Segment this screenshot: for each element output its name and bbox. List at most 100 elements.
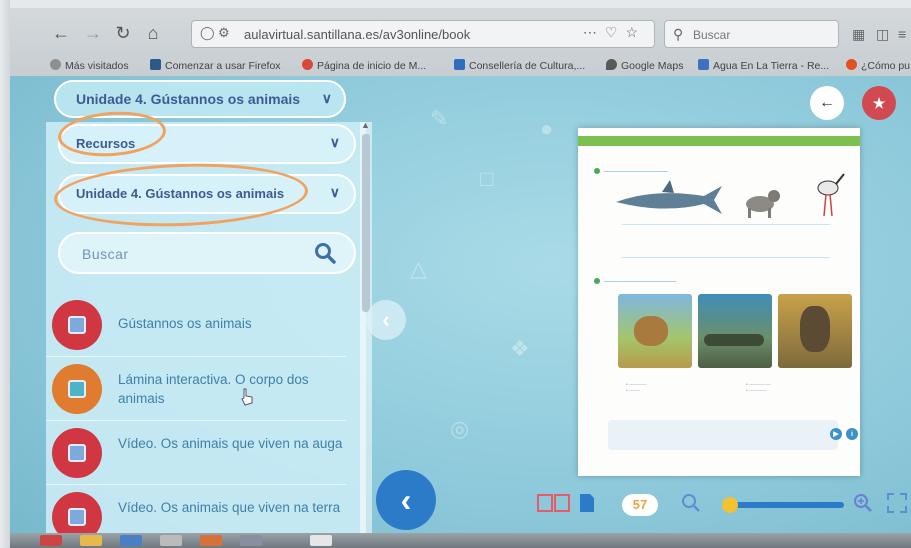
list-item-label: Gústannos os animais xyxy=(118,316,252,331)
question-line: ─────────────── xyxy=(594,168,668,175)
taskbar-app-icon[interactable] xyxy=(310,535,332,546)
os-taskbar xyxy=(10,533,911,548)
page-actions-icon[interactable]: ⋯♡☆ xyxy=(583,24,646,41)
bookmark-culture[interactable]: Consellería de Cultura,... xyxy=(454,59,585,72)
video-icon xyxy=(68,508,86,526)
decoration-icon: ❖ xyxy=(510,336,530,361)
search-icon[interactable] xyxy=(314,242,336,264)
back-button[interactable]: ← xyxy=(810,86,844,120)
browser-search-field[interactable]: ⚲ Buscar xyxy=(664,20,839,48)
chevron-down-icon: ∨ xyxy=(321,90,332,106)
monitor-bezel-top xyxy=(0,0,911,8)
single-page-icon[interactable] xyxy=(576,492,598,514)
zoom-in-icon[interactable] xyxy=(852,492,874,514)
bookmark-most-visited[interactable]: Más visitados xyxy=(50,59,129,72)
taskbar-app-icon[interactable] xyxy=(120,535,142,546)
page-number-badge[interactable]: 57 xyxy=(622,494,658,516)
resource-icon xyxy=(52,300,102,350)
map-pin-icon xyxy=(606,59,617,70)
list-item[interactable]: Gústannos os animais xyxy=(46,292,346,357)
chevron-down-icon: ∨ xyxy=(329,184,340,200)
fullscreen-icon[interactable] xyxy=(886,492,908,514)
book-page: ─────────────── ───────────────── • ────… xyxy=(578,128,860,476)
shark-illustration xyxy=(616,180,722,214)
book-icon xyxy=(68,316,86,334)
unit-selector-label: Unidade 4. Gústannos os animais xyxy=(76,91,301,107)
question-line: ───────────────── xyxy=(594,278,676,285)
video-icon xyxy=(68,444,86,462)
answer-bullets: • ───── • ─── xyxy=(626,382,647,394)
bullet-icon xyxy=(594,168,600,174)
decoration-icon: △ xyxy=(410,256,427,281)
chevron-down-icon: ∨ xyxy=(329,134,340,150)
browser-chrome: ← → ↻ ⌂ ◯ ⚙ aulavirtual.santillana.es/av… xyxy=(10,8,911,76)
bookmark-firefox[interactable]: Comenzar a usar Firefox xyxy=(150,59,281,72)
unit-selector[interactable]: Unidade 4. Gústannos os animais ∨ xyxy=(54,80,346,118)
address-bar[interactable]: ◯ ⚙ aulavirtual.santillana.es/av3online/… xyxy=(191,20,655,48)
interactive-sheet-icon xyxy=(68,380,86,398)
resource-search-placeholder: Buscar xyxy=(82,246,129,262)
monitor-bezel-left xyxy=(0,0,10,548)
lion-photo xyxy=(618,294,692,368)
bookmark-how[interactable]: ¿Cómo pu xyxy=(846,59,910,72)
info-box xyxy=(608,420,838,450)
sidebar-icon[interactable]: ◫ xyxy=(876,26,889,43)
bookmark-start-page[interactable]: Página de inicio de M... xyxy=(302,59,426,72)
back-arrow-icon[interactable]: ← xyxy=(48,20,74,46)
gear-icon xyxy=(50,59,61,70)
zoom-slider[interactable] xyxy=(722,497,844,513)
globe-icon xyxy=(846,59,857,70)
menu-icon[interactable]: ≡ xyxy=(898,26,906,42)
bullet-icon xyxy=(594,278,600,284)
taskbar-app-icon[interactable] xyxy=(240,535,262,546)
bookmark-google-maps[interactable]: Google Maps xyxy=(606,59,683,72)
scroll-up-icon[interactable]: ▲ xyxy=(361,120,370,130)
resource-icon xyxy=(52,428,102,478)
list-item-label: Vídeo. Os animais que viven na auga xyxy=(118,436,343,451)
home-icon[interactable]: ⌂ xyxy=(140,20,166,46)
page-icon xyxy=(698,59,709,70)
star-button[interactable]: ★ xyxy=(862,86,896,120)
decoration-icon: ◎ xyxy=(450,416,470,441)
bookmarks-toolbar: Más visitados Comenzar a usar Firefox Pá… xyxy=(10,56,911,76)
url-text: aulavirtual.santillana.es/av3online/book xyxy=(244,27,471,42)
answer-bullets: • ────── • ───── xyxy=(746,382,771,394)
page-header-bar xyxy=(578,136,860,146)
double-page-icon[interactable] xyxy=(536,492,572,514)
bookmark-label: ¿Cómo pu xyxy=(861,60,911,72)
previous-page-button[interactable]: ‹ xyxy=(376,470,436,530)
scrollbar-thumb[interactable] xyxy=(362,134,370,312)
list-item[interactable]: Vídeo. Os animais que viven na auga xyxy=(46,420,346,485)
audio-icon[interactable]: ▶ xyxy=(830,428,842,440)
cat-illustration xyxy=(746,190,780,218)
panel-scrollbar[interactable]: ▲ ▼ xyxy=(360,120,372,548)
taskbar-app-icon[interactable] xyxy=(160,535,182,546)
reload-icon[interactable]: ↻ xyxy=(110,20,136,46)
browser-nav-row: ← → ↻ ⌂ ◯ ⚙ aulavirtual.santillana.es/av… xyxy=(10,16,911,54)
zoom-slider-knob[interactable] xyxy=(722,497,738,513)
library-icon[interactable]: ▦ xyxy=(852,26,865,43)
answer-lines xyxy=(622,224,830,258)
taskbar-app-icon[interactable] xyxy=(200,535,222,546)
bookmark-label: Google Maps xyxy=(621,60,684,72)
decoration-icon: ✎ xyxy=(430,106,449,131)
crocodile-photo xyxy=(698,294,772,368)
bookmark-label: Consellería de Cultura,... xyxy=(469,60,586,72)
taskbar-app-icon[interactable] xyxy=(80,535,102,546)
shield-icon: ◯ xyxy=(200,25,215,40)
list-item[interactable]: Lámina interactiva. O corpo dos animais xyxy=(46,356,346,421)
taskbar-app-icon[interactable] xyxy=(40,535,62,546)
bookmark-water[interactable]: Agua En La Tierra - Re... xyxy=(698,59,829,72)
bookmark-label: Comenzar a usar Firefox xyxy=(165,60,281,72)
hand-cursor-icon xyxy=(241,388,253,406)
collapse-panel-button[interactable]: ‹ xyxy=(366,300,406,340)
forward-arrow-icon[interactable]: → xyxy=(80,20,106,46)
info-icon[interactable]: i xyxy=(846,428,858,440)
decoration-icon: □ xyxy=(480,166,494,191)
list-item-label: Lámina interactiva. O corpo dos animais xyxy=(118,372,309,406)
resource-search-input[interactable]: Buscar xyxy=(58,232,356,274)
page-icon xyxy=(150,59,161,70)
bookmark-label: Más visitados xyxy=(65,60,129,72)
zoom-out-icon[interactable] xyxy=(680,492,702,514)
page-icon xyxy=(454,59,465,70)
